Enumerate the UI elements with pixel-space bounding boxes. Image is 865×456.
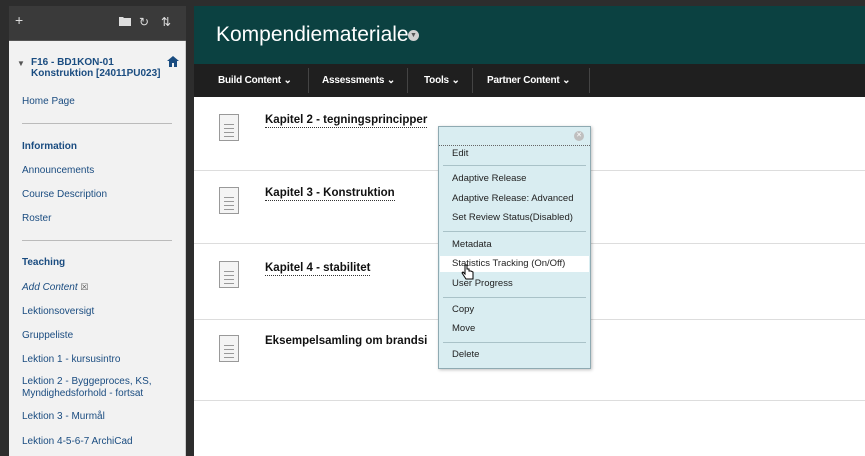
collapse-icon[interactable]: ▼ [17,59,25,68]
refresh-icon[interactable]: ↻ [139,15,149,29]
sidebar-item-lektion-1[interactable]: Lektion 1 - kursusintro [9,354,185,366]
menu-item-adaptive-release[interactable]: Adaptive Release [440,171,589,187]
page-title: Kompendiemateriale [216,23,409,46]
sidebar-item-lektionsoversigt[interactable]: Lektionsoversigt [9,306,185,318]
sidebar-item-add-content[interactable]: Add Content ☒ [9,281,185,294]
add-content-label: Add Content [22,282,78,293]
sidebar-item-announcements[interactable]: Announcements [9,165,185,177]
menu-item-move[interactable]: Move [440,321,589,337]
partner-content-button[interactable]: Partner Content ⌄ [487,75,571,86]
item-title[interactable]: Kapitel 2 - tegningsprincipper [265,114,428,128]
document-icon [219,335,239,362]
menu-item-set-review-status[interactable]: Set Review Status(Disabled) [440,210,589,226]
menu-item-delete[interactable]: Delete [440,347,589,363]
divider [407,68,408,93]
document-icon [219,114,239,141]
action-bar: Build Content ⌄ Assessments ⌄ Tools ⌄ Pa… [194,64,865,97]
menu-item-adaptive-release-advanced[interactable]: Adaptive Release: Advanced [440,191,589,207]
course-sidebar: + ↻ ⇅ ▼ F16 - BD1KON-01 Konstruktion [24… [9,6,186,456]
menu-item-edit[interactable]: Edit [440,146,589,162]
divider [443,231,586,232]
menu-item-copy[interactable]: Copy [440,302,589,318]
divider [22,123,172,124]
sidebar-item-home[interactable]: Home Page [9,96,185,108]
item-title[interactable]: Kapitel 4 - stabilitet [265,262,371,276]
sort-icon[interactable]: ⇅ [161,15,171,29]
home-icon[interactable] [167,55,179,70]
section-teaching[interactable]: Teaching [9,257,185,268]
divider [443,297,586,298]
tools-button[interactable]: Tools ⌄ [424,75,460,86]
folder-icon[interactable] [119,15,131,29]
add-icon[interactable]: + [15,13,23,27]
sidebar-item-roster[interactable]: Roster [9,213,185,225]
hand-cursor-icon [461,264,475,287]
section-information[interactable]: Information [9,141,185,152]
close-icon[interactable]: ✕ [574,131,584,141]
divider [308,68,309,93]
external-icon: ☒ [80,282,89,292]
context-menu-header: ✕ [439,127,590,146]
chevron-down-icon[interactable]: ▼ [408,30,419,41]
divider [443,165,586,166]
divider [22,240,172,241]
menu-item-metadata[interactable]: Metadata [440,237,589,253]
assessments-button[interactable]: Assessments ⌄ [322,75,395,86]
divider [472,68,473,93]
item-title[interactable]: Eksempelsamling om brandsi [265,335,427,348]
divider [589,68,590,93]
item-title[interactable]: Kapitel 3 - Konstruktion [265,187,395,201]
sidebar-item-course-description[interactable]: Course Description [9,189,185,201]
sidebar-item-lektion-4-7[interactable]: Lektion 4-5-6-7 ArchiCad [9,436,185,448]
build-content-button[interactable]: Build Content ⌄ [218,75,292,86]
course-title[interactable]: F16 - BD1KON-01 Konstruktion [24011PU023… [31,57,161,79]
sidebar-item-lektion-2[interactable]: Lektion 2 - Byggeproces, KS, Myndighedsf… [9,376,182,400]
document-icon [219,187,239,214]
page-header: Kompendiemateriale ▼ [194,6,865,64]
sidebar-item-gruppeliste[interactable]: Gruppeliste [9,330,185,342]
document-icon [219,261,239,288]
sidebar-item-lektion-3[interactable]: Lektion 3 - Murmål [9,411,185,423]
context-menu: ✕ Edit Adaptive Release Adaptive Release… [438,126,591,369]
divider [443,342,586,343]
sidebar-toolbar: + ↻ ⇅ [9,6,186,41]
